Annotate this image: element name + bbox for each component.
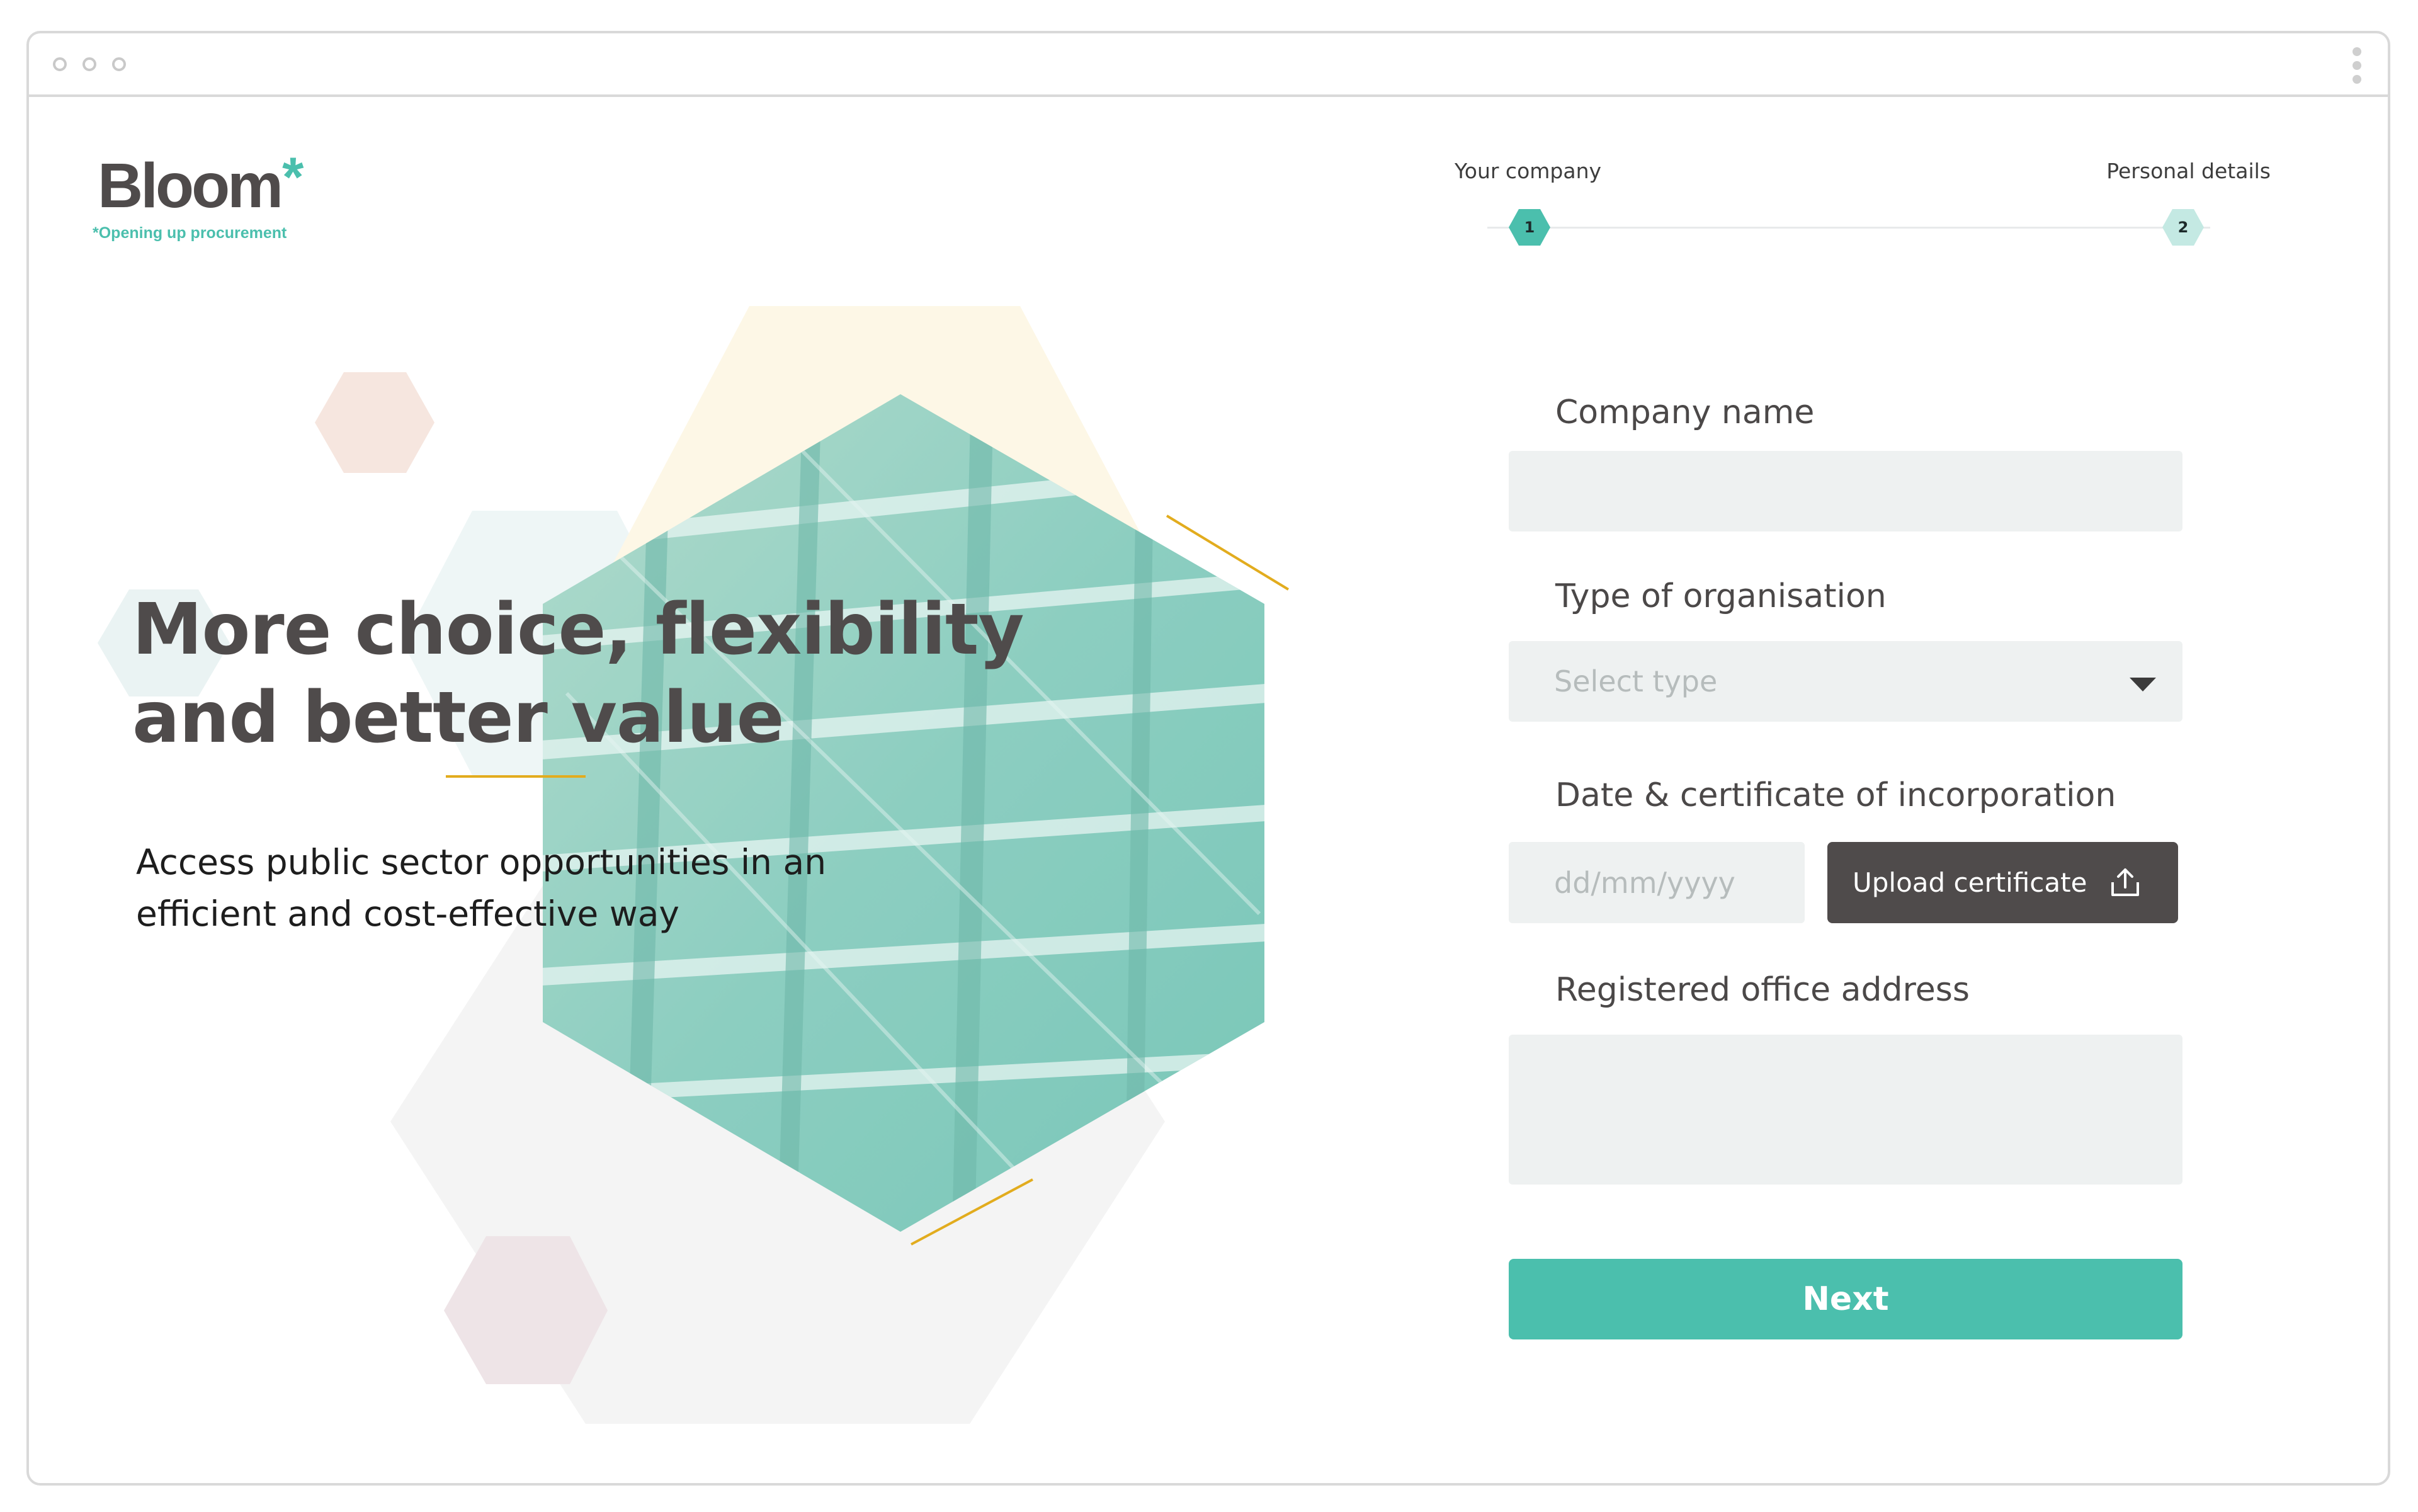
step-1-number: 1 xyxy=(1524,219,1535,236)
subtext-line-2: efficient and cost-effective way xyxy=(136,894,679,934)
subtext-line-1: Access public sector opportunities in an xyxy=(136,842,827,882)
step-1-label: Your company xyxy=(1455,159,1602,183)
chevron-down-icon xyxy=(2130,678,2156,691)
company-name-input[interactable] xyxy=(1509,451,2182,531)
headline-line-1: More choice, flexibility xyxy=(132,589,1025,671)
incorporation-date-input[interactable]: dd/mm/yyyy xyxy=(1509,842,1805,923)
organisation-type-select[interactable]: Select type xyxy=(1509,641,2182,722)
hero-artwork xyxy=(98,306,1290,1424)
office-address-textarea[interactable] xyxy=(1509,1035,2182,1185)
organisation-type-placeholder: Select type xyxy=(1554,664,1718,698)
stepper-track xyxy=(1487,227,2210,229)
date-placeholder: dd/mm/yyyy xyxy=(1554,865,1735,900)
hero-subtext: Access public sector opportunities in an… xyxy=(136,836,955,940)
logo-star: * xyxy=(282,145,304,208)
logo-wordmark: Bloom xyxy=(98,151,283,221)
organisation-type-label: Type of organisation xyxy=(1555,577,1887,615)
progress-stepper: Your company Personal details 1 2 xyxy=(1427,159,2271,266)
office-address-label: Registered office address xyxy=(1555,971,1970,1009)
hex-pink xyxy=(315,372,434,473)
step-1-marker[interactable]: 1 xyxy=(1509,209,1550,246)
step-2-label: Personal details xyxy=(2106,159,2271,183)
upload-button-label: Upload certificate xyxy=(1853,867,2087,898)
headline-line-2: and better value xyxy=(132,677,785,759)
company-name-label: Company name xyxy=(1555,394,1815,431)
bloom-logo[interactable]: Bloom* *Opening up procurement xyxy=(93,145,304,242)
step-2-marker[interactable]: 2 xyxy=(2162,209,2204,246)
upload-certificate-button[interactable]: Upload certificate xyxy=(1827,842,2178,923)
headline-underline xyxy=(446,775,586,778)
incorporation-label: Date & certificate of incorporation xyxy=(1555,776,2116,814)
next-button[interactable]: Next xyxy=(1509,1259,2182,1339)
logo-tagline: *Opening up procurement xyxy=(93,224,287,242)
more-menu-icon[interactable] xyxy=(2353,47,2361,89)
upload-icon xyxy=(2111,868,2139,896)
step-2-number: 2 xyxy=(2177,219,2189,236)
hero-headline: More choice, flexibility and better valu… xyxy=(132,586,1077,762)
